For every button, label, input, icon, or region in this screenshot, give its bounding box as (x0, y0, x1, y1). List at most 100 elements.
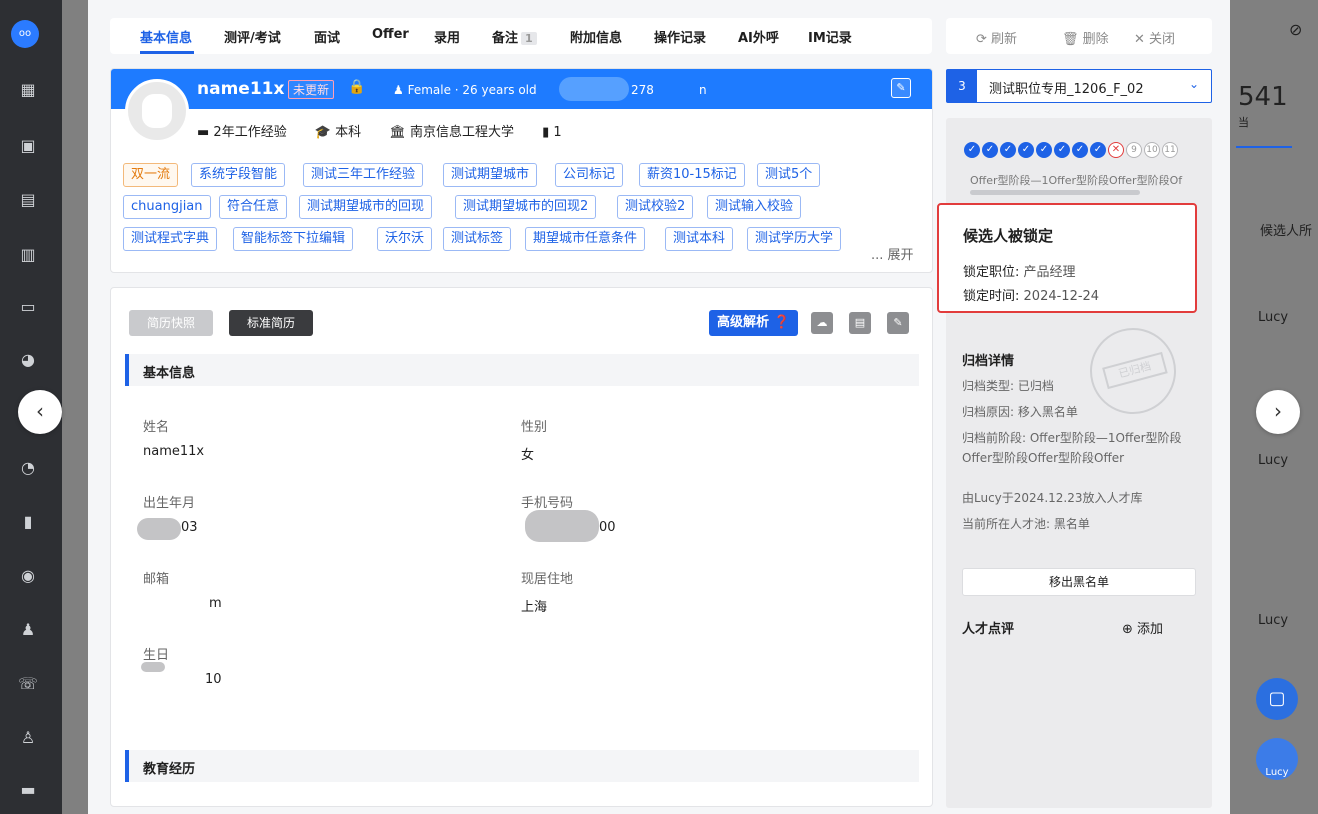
next-candidate-button[interactable]: › (1256, 390, 1300, 434)
tab-interview[interactable]: 面试 (314, 27, 340, 46)
tag-item[interactable]: 测试学历大学 (747, 227, 842, 251)
stage-step[interactable]: ✓ (1090, 142, 1106, 158)
pie-chart-icon[interactable]: ◔ (18, 458, 38, 478)
active-tab-underline (140, 51, 194, 54)
float-label: Lucy (1265, 767, 1289, 778)
tag-item[interactable]: 测试5个 (757, 163, 821, 187)
refresh-button[interactable]: ⟳ 刷新 (976, 28, 1017, 47)
standard-resume-button[interactable]: 标准简历 (229, 310, 314, 336)
help-icon[interactable]: ⊘ (1289, 20, 1302, 39)
snapshot-button[interactable]: 简历快照 (129, 310, 214, 336)
stage-step[interactable]: 9 (1126, 142, 1142, 158)
document-icon[interactable]: ▤ (849, 312, 871, 334)
wechat-icon[interactable]: ◕ (18, 350, 38, 370)
tag-item[interactable]: 期望城市任意条件 (525, 227, 646, 251)
resume-icon[interactable]: ▤ (18, 190, 38, 210)
tag-item[interactable]: 测试本科 (665, 227, 734, 251)
expand-tags-link[interactable]: ... 展开 (871, 244, 914, 263)
degree-text: 🎓 本科 (314, 125, 362, 140)
dashboard-icon[interactable]: ▦ (18, 80, 38, 100)
close-button[interactable]: ✕ 关闭 (1134, 28, 1175, 47)
prev-candidate-button[interactable]: ‹ (18, 390, 62, 434)
tag-item[interactable]: 测试程式字典 (123, 227, 218, 251)
stage-step[interactable]: ✓ (982, 142, 998, 158)
phone-icon[interactable]: ☏ (18, 674, 38, 694)
position-index: 3 (947, 70, 977, 102)
position-select[interactable]: 3 测试职位专用_1206_F_02 ⌄ (946, 69, 1212, 103)
tag-item[interactable]: 测试期望城市的回现 (299, 195, 433, 219)
idcard-icon[interactable]: ▭ (18, 297, 38, 317)
gender-label: 性别 (521, 420, 548, 435)
briefcase-icon[interactable]: ▣ (18, 136, 38, 156)
tag-item[interactable]: 双一流 (123, 163, 179, 187)
stage-step[interactable]: ✓ (1054, 142, 1070, 158)
archive-type: 归档类型: 已归档 (962, 379, 1054, 393)
tab-basic-info[interactable]: 基本信息 (140, 27, 192, 46)
stage-step[interactable]: ✓ (1036, 142, 1052, 158)
tag-item[interactable]: 测试三年工作经验 (303, 163, 424, 187)
add-comment-button[interactable]: ⊕ 添加 (1122, 618, 1163, 637)
lock-position-value: 产品经理 (1023, 265, 1076, 280)
user-add-icon[interactable]: ♙ (18, 728, 38, 748)
stage-step-rejected[interactable]: ✕ (1108, 142, 1124, 158)
name-value: name11x (143, 444, 205, 459)
remove-blacklist-button[interactable]: 移出黑名单 (962, 568, 1196, 596)
tag-item[interactable]: chuangjian (123, 195, 211, 219)
bar-chart-icon[interactable]: ▮ (18, 512, 38, 532)
tab-assessment[interactable]: 测评/考试 (224, 27, 281, 46)
redacted-birthday (141, 662, 165, 672)
avatar (125, 79, 189, 143)
chat-icon[interactable]: ▬ (18, 780, 38, 800)
redacted-birth (137, 518, 181, 540)
tab-ai-call[interactable]: AI外呼 (738, 27, 779, 46)
tab-additional[interactable]: 附加信息 (570, 27, 622, 46)
tag-item[interactable]: 测试期望城市的回现2 (455, 195, 597, 219)
tag-item[interactable]: 符合任意 (219, 195, 288, 219)
stage-step[interactable]: 10 (1144, 142, 1160, 158)
tab-offer[interactable]: Offer (372, 27, 409, 42)
email-label: 邮箱 (143, 572, 170, 587)
upload-icon[interactable]: ☁ (811, 312, 833, 334)
user-circle-icon[interactable]: ◉ (18, 566, 38, 586)
tag-item[interactable]: 薪资10-15标记 (639, 163, 745, 187)
advanced-parse-button[interactable]: 高级解析 ❓ (709, 310, 798, 336)
tag-item[interactable]: 测试标签 (443, 227, 512, 251)
phone-label: 手机号码 (521, 496, 574, 511)
stage-scrollbar[interactable] (970, 190, 1140, 195)
birth-label: 出生年月 (143, 496, 196, 511)
phone-tail: 278 (631, 83, 654, 97)
edit-resume-icon[interactable]: ✎ (887, 312, 909, 334)
tag-item[interactable]: 智能标签下拉编辑 (233, 227, 354, 251)
tag-item[interactable]: 沃尔沃 (377, 227, 433, 251)
section-title: 教育经历 (143, 762, 196, 777)
bg-side-char: 当 (1238, 116, 1249, 129)
lock-time-label: 锁定时间: (963, 289, 1020, 304)
education-section-header: 教育经历 (125, 750, 919, 782)
stage-step[interactable]: ✓ (1018, 142, 1034, 158)
tab-operation-log[interactable]: 操作记录 (654, 27, 706, 46)
tab-notes[interactable]: 备注 1 (492, 27, 537, 46)
tag-item[interactable]: 系统字段智能 (191, 163, 286, 187)
stage-step[interactable]: ✓ (1072, 142, 1088, 158)
redacted-phone-field (525, 510, 599, 542)
edit-icon[interactable]: ✎ (891, 78, 911, 98)
candidate-header-card: name11x 未更新 🔒 ♟ Female · 26 years old 27… (110, 68, 933, 273)
notes-count-badge: 1 (521, 32, 537, 45)
stage-step[interactable]: 11 (1162, 142, 1178, 158)
candidate-locked-box: 候选人被锁定 锁定职位: 产品经理 锁定时间: 2024-12-24 (937, 203, 1197, 313)
tag-item[interactable]: 测试校验2 (617, 195, 694, 219)
tab-im-records[interactable]: IM记录 (808, 27, 852, 46)
tag-item[interactable]: 测试期望城市 (443, 163, 538, 187)
tag-item[interactable]: 公司标记 (555, 163, 624, 187)
calendar-icon[interactable]: ▥ (18, 245, 38, 265)
stage-step[interactable]: ✓ (1000, 142, 1016, 158)
delete-button[interactable]: 🗑 删除 (1062, 28, 1109, 47)
tab-hire[interactable]: 录用 (434, 27, 460, 46)
archive-prev-stage: 归档前阶段: Offer型阶段—1Offer型阶段Offer型阶段Offer型阶… (962, 431, 1182, 465)
school-text: 🏛 南京信息工程大学 (389, 125, 514, 140)
chat-float-icon[interactable]: ▢ (1256, 678, 1298, 720)
tag-item[interactable]: 测试输入校验 (707, 195, 802, 219)
team-icon[interactable]: ♟ (18, 620, 38, 640)
stage-step[interactable]: ✓ (964, 142, 980, 158)
assistant-float-icon[interactable]: Lucy (1256, 738, 1298, 780)
